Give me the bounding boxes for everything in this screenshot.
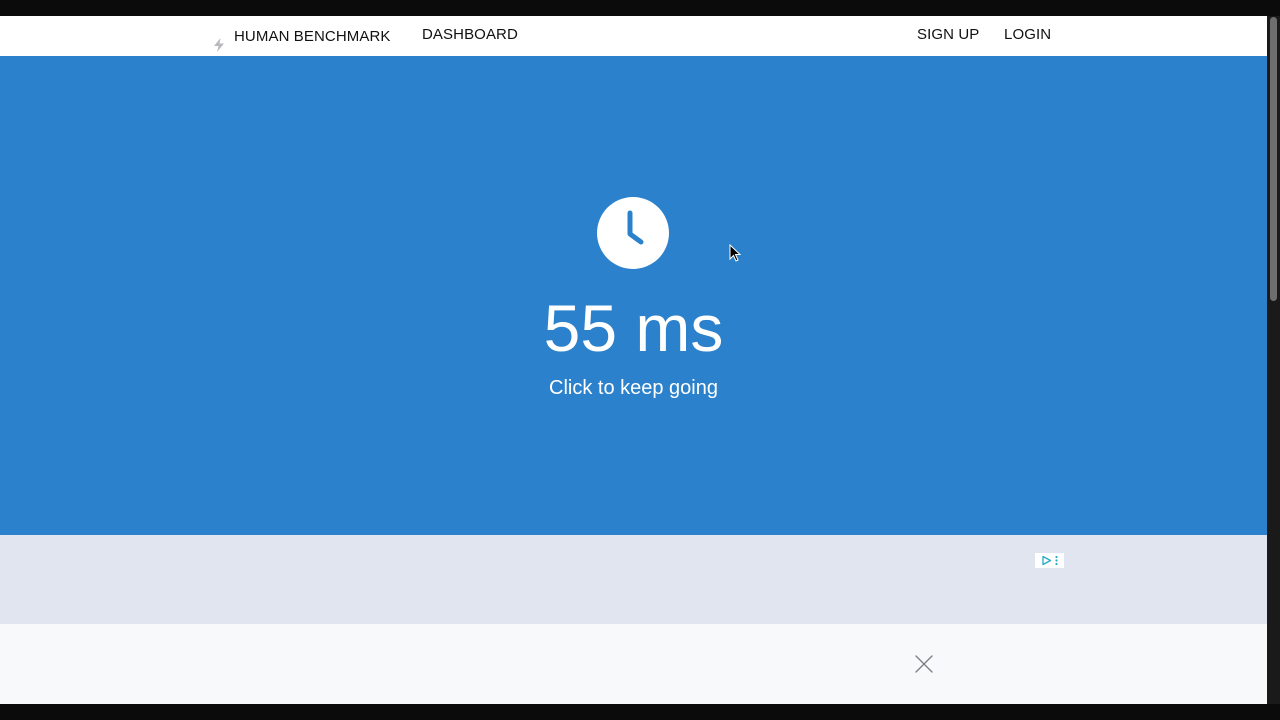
lightning-bolt-icon bbox=[213, 29, 225, 52]
vertical-scrollbar[interactable] bbox=[1267, 16, 1280, 704]
scrollbar-thumb[interactable] bbox=[1270, 17, 1277, 301]
window-bottom-edge bbox=[0, 704, 1280, 720]
nav-dashboard-link[interactable]: DASHBOARD bbox=[422, 16, 518, 56]
top-navbar: HUMAN BENCHMARK DASHBOARD SIGN UP LOGIN bbox=[0, 16, 1267, 57]
adchoices-icon[interactable] bbox=[1035, 553, 1064, 568]
browser-viewport: HUMAN BENCHMARK DASHBOARD SIGN UP LOGIN … bbox=[0, 16, 1267, 704]
nav-login-link[interactable]: LOGIN bbox=[1004, 16, 1051, 56]
brand-label: HUMAN BENCHMARK bbox=[234, 27, 391, 45]
advertisement-banner bbox=[0, 535, 1267, 624]
continue-hint: Click to keep going bbox=[549, 377, 718, 399]
reaction-test-area[interactable]: 55 ms Click to keep going bbox=[0, 56, 1267, 535]
clock-icon bbox=[597, 197, 669, 269]
brand-link[interactable]: HUMAN BENCHMARK bbox=[213, 16, 391, 56]
sticky-ad-bar bbox=[0, 624, 1267, 704]
nav-signup-link[interactable]: SIGN UP bbox=[917, 16, 979, 56]
close-icon[interactable] bbox=[913, 653, 935, 675]
result-time: 55 ms bbox=[543, 291, 724, 365]
window-top-edge bbox=[0, 0, 1280, 16]
mouse-cursor-icon bbox=[729, 243, 742, 262]
